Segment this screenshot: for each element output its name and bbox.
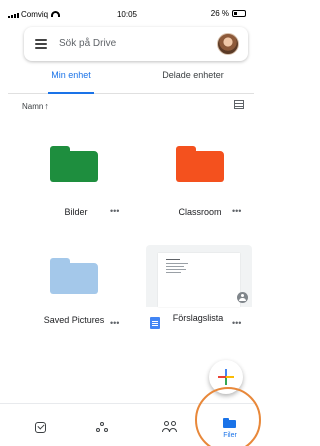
bottom-nav: Filer — [0, 403, 254, 446]
workspaces-icon[interactable] — [96, 422, 110, 433]
files-folder-icon[interactable] — [223, 418, 236, 428]
item-name-saved-pictures: Saved Pictures — [43, 315, 105, 325]
docs-icon — [150, 317, 160, 329]
more-options-icon[interactable]: ••• — [110, 318, 119, 328]
drive-tabs: Min enhet Delade enheter — [8, 64, 254, 94]
new-item-button[interactable] — [209, 360, 243, 394]
folder-icon[interactable] — [176, 146, 224, 182]
sort-label: Namn — [22, 102, 44, 111]
tab-my-drive[interactable]: Min enhet — [16, 70, 126, 80]
sort-arrow-icon: ↑ — [44, 101, 49, 111]
search-input[interactable]: Sök på Drive — [59, 38, 116, 49]
tab-shared-drives[interactable]: Delade enheter — [138, 70, 248, 80]
sort-button[interactable]: Namn↑ — [22, 101, 49, 111]
list-view-icon[interactable] — [234, 100, 244, 109]
status-bar: Comviq 10:05 26 % — [0, 0, 254, 24]
shared-people-icon[interactable] — [162, 421, 178, 433]
battery-status: 26 % — [211, 9, 246, 18]
folder-icon[interactable] — [50, 146, 98, 182]
avatar[interactable] — [217, 33, 239, 55]
menu-icon[interactable] — [35, 39, 47, 49]
priority-check-icon[interactable] — [35, 422, 46, 433]
more-options-icon[interactable]: ••• — [232, 206, 241, 216]
battery-percent: 26 % — [210, 9, 229, 18]
item-name-bilder: Bilder — [64, 207, 88, 217]
item-name-classroom: Classroom — [178, 207, 222, 217]
active-tab-indicator — [48, 92, 94, 94]
folder-icon[interactable] — [50, 258, 98, 294]
item-name-forslagslista: Förslagslista — [172, 313, 224, 323]
document-thumbnail[interactable] — [146, 245, 252, 307]
nav-files-label[interactable]: Filer — [210, 432, 250, 439]
sort-bar: Namn↑ — [8, 98, 254, 114]
document-preview — [158, 253, 240, 307]
more-options-icon[interactable]: ••• — [232, 318, 241, 328]
battery-icon — [232, 10, 246, 17]
more-options-icon[interactable]: ••• — [110, 206, 119, 216]
shared-user-icon — [237, 292, 248, 303]
search-bar[interactable]: Sök på Drive — [24, 27, 248, 61]
